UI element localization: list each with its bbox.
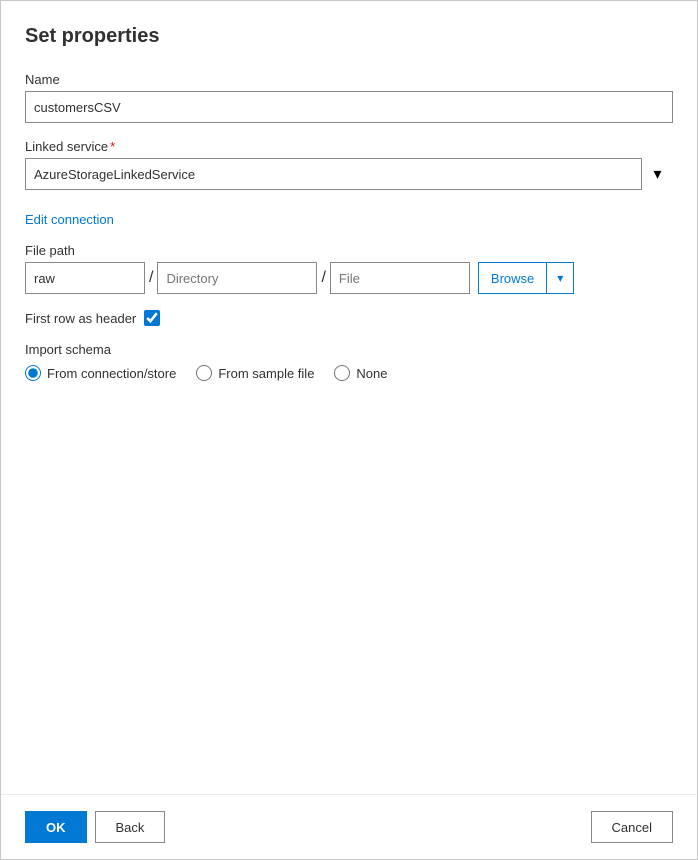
- browse-button[interactable]: Browse: [478, 262, 546, 294]
- radio-connection-option[interactable]: From connection/store: [25, 365, 176, 381]
- dialog-footer: OK Back Cancel: [1, 794, 697, 859]
- dialog-title: Set properties: [25, 25, 673, 48]
- radio-connection-label: From connection/store: [47, 366, 176, 381]
- radio-sample-file-input[interactable]: [196, 365, 212, 381]
- first-row-header-label: First row as header: [25, 311, 136, 326]
- file-path-group: File path / / Browse ▾: [25, 243, 673, 294]
- import-schema-label: Import schema: [25, 342, 673, 357]
- ok-button[interactable]: OK: [25, 811, 87, 843]
- linked-service-select-wrapper: AzureStorageLinkedService ▾: [25, 158, 673, 190]
- browse-dropdown-button[interactable]: ▾: [546, 262, 574, 294]
- file-path-file-input[interactable]: [330, 262, 470, 294]
- browse-dropdown-arrow-icon: ▾: [557, 271, 563, 285]
- import-schema-group: Import schema From connection/store From…: [25, 342, 673, 381]
- name-label: Name: [25, 72, 673, 87]
- radio-sample-file-label: From sample file: [218, 366, 314, 381]
- file-path-row: / / Browse ▾: [25, 262, 673, 294]
- footer-left-buttons: OK Back: [25, 811, 165, 843]
- radio-none-option[interactable]: None: [334, 365, 387, 381]
- cancel-button[interactable]: Cancel: [591, 811, 673, 843]
- linked-service-group: Linked service* AzureStorageLinkedServic…: [25, 139, 673, 190]
- dialog-body: Set properties Name Linked service* Azur…: [1, 1, 697, 794]
- back-button[interactable]: Back: [95, 811, 166, 843]
- first-row-header-checkbox[interactable]: [144, 310, 160, 326]
- linked-service-row: AzureStorageLinkedService ▾: [25, 158, 673, 190]
- file-path-container-input[interactable]: [25, 262, 145, 294]
- edit-connection-link[interactable]: Edit connection: [25, 212, 114, 227]
- file-path-label: File path: [25, 243, 673, 258]
- name-group: Name: [25, 72, 673, 123]
- radio-none-input[interactable]: [334, 365, 350, 381]
- radio-connection-input[interactable]: [25, 365, 41, 381]
- radio-sample-file-option[interactable]: From sample file: [196, 365, 314, 381]
- set-properties-dialog: Set properties Name Linked service* Azur…: [0, 0, 698, 860]
- path-separator-2: /: [317, 262, 329, 294]
- browse-btn-group: Browse ▾: [478, 262, 574, 294]
- file-path-directory-input[interactable]: [157, 262, 317, 294]
- path-separator-1: /: [145, 262, 157, 294]
- linked-service-select[interactable]: AzureStorageLinkedService: [25, 158, 673, 190]
- radio-none-label: None: [356, 366, 387, 381]
- import-schema-radio-row: From connection/store From sample file N…: [25, 365, 673, 381]
- first-row-header-row: First row as header: [25, 310, 673, 326]
- linked-service-label: Linked service*: [25, 139, 673, 154]
- name-input[interactable]: [25, 91, 673, 123]
